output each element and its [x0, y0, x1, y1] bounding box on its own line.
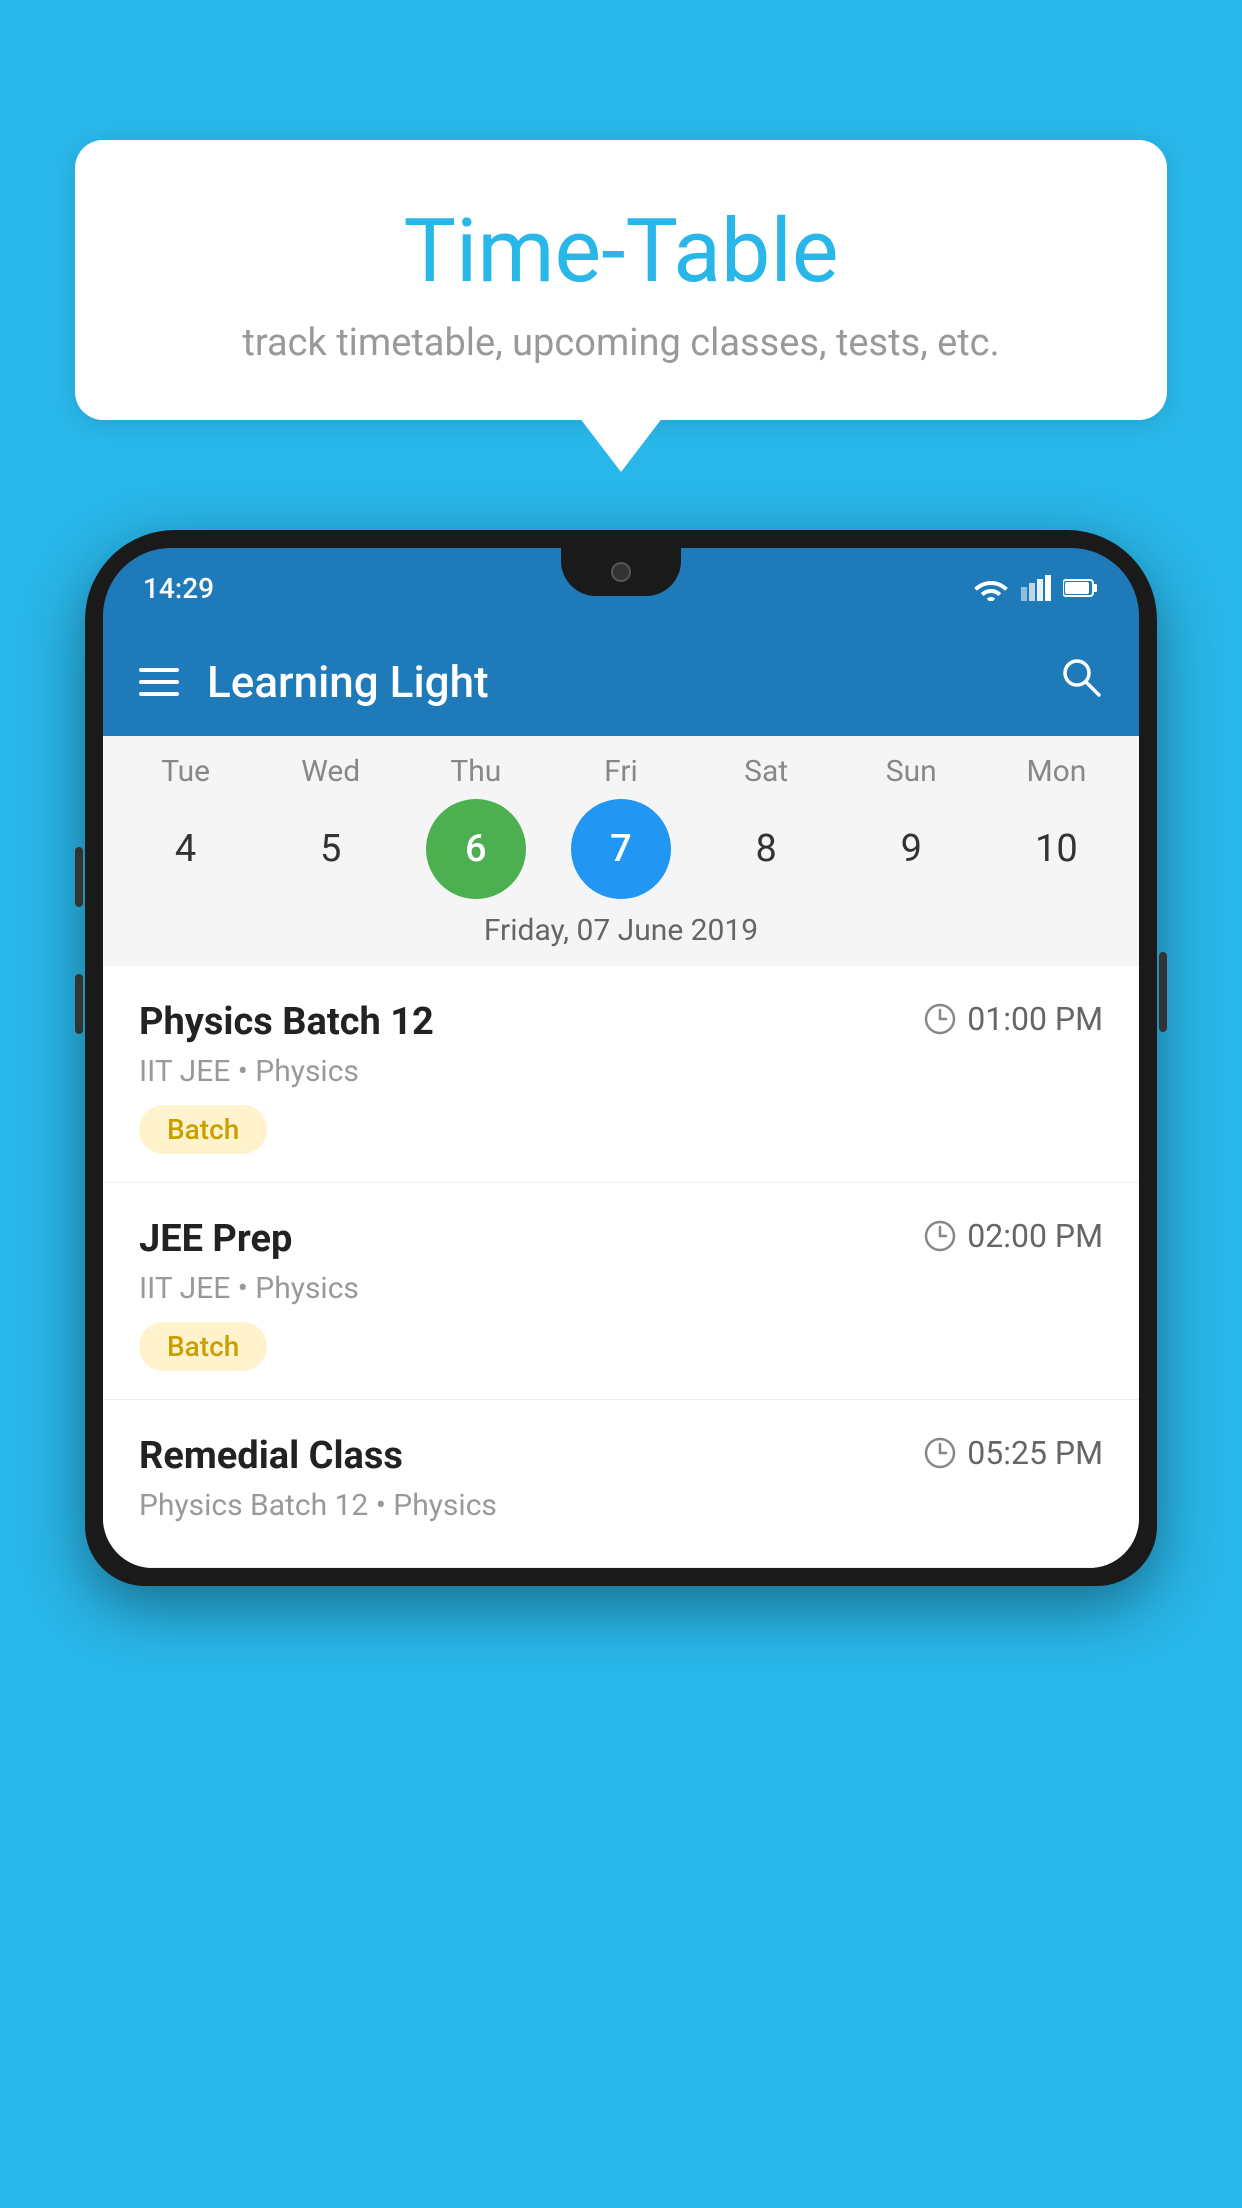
day-header-fri: Fri: [571, 754, 671, 789]
event-header-1: Physics Batch 12 01:00 PM: [139, 1000, 1103, 1044]
event-time-text-3: 05:25 PM: [967, 1434, 1103, 1472]
app-bar-left: Learning Light: [139, 656, 489, 708]
status-time: 14:29: [143, 572, 214, 605]
app-title: Learning Light: [207, 656, 489, 708]
app-bar: Learning Light: [103, 628, 1139, 736]
event-header-3: Remedial Class 05:25 PM: [139, 1434, 1103, 1478]
day-header-sun: Sun: [861, 754, 961, 789]
event-time-3: 05:25 PM: [923, 1434, 1103, 1472]
phone-mockup: 14:29: [85, 530, 1157, 2208]
day-4[interactable]: 4: [136, 799, 236, 899]
event-item-physics-batch-12[interactable]: Physics Batch 12 01:00 PM IIT JEE • Phys…: [103, 966, 1139, 1183]
day-5[interactable]: 5: [281, 799, 381, 899]
day-8[interactable]: 8: [716, 799, 816, 899]
event-meta-2: IIT JEE • Physics: [139, 1271, 1103, 1306]
wifi-icon: [973, 575, 1009, 601]
day-header-wed: Wed: [281, 754, 381, 789]
day-header-thu: Thu: [426, 754, 526, 789]
front-camera: [611, 562, 631, 582]
event-time-2: 02:00 PM: [923, 1217, 1103, 1255]
selected-date-label: Friday, 07 June 2019: [103, 899, 1139, 966]
search-button[interactable]: [1059, 655, 1103, 710]
day-header-tue: Tue: [136, 754, 236, 789]
event-title-3: Remedial Class: [139, 1434, 403, 1478]
day-9[interactable]: 9: [861, 799, 961, 899]
event-meta-3: Physics Batch 12 • Physics: [139, 1488, 1103, 1523]
day-headers: Tue Wed Thu Fri Sat Sun Mon: [103, 754, 1139, 789]
signal-icon: [1021, 575, 1051, 601]
speech-bubble: Time-Table track timetable, upcoming cla…: [75, 140, 1167, 420]
event-time-text-2: 02:00 PM: [967, 1217, 1103, 1255]
day-7-selected[interactable]: 7: [571, 799, 671, 899]
day-header-mon: Mon: [1006, 754, 1106, 789]
calendar-strip: Tue Wed Thu Fri Sat Sun Mon 4 5 6 7 8 9 …: [103, 736, 1139, 966]
volume-down-button: [75, 974, 83, 1034]
event-item-remedial-class[interactable]: Remedial Class 05:25 PM Physics Batch 12…: [103, 1400, 1139, 1568]
battery-icon: [1063, 578, 1099, 598]
phone-notch: [561, 548, 681, 596]
event-title-1: Physics Batch 12: [139, 1000, 434, 1044]
phone-outer: 14:29: [85, 530, 1157, 1586]
event-list: Physics Batch 12 01:00 PM IIT JEE • Phys…: [103, 966, 1139, 1568]
speech-bubble-container: Time-Table track timetable, upcoming cla…: [75, 140, 1167, 420]
batch-badge-2: Batch: [139, 1322, 267, 1371]
bubble-title: Time-Table: [125, 200, 1117, 303]
volume-up-button: [75, 847, 83, 907]
phone-screen: Tue Wed Thu Fri Sat Sun Mon 4 5 6 7 8 9 …: [103, 736, 1139, 1568]
bubble-subtitle: track timetable, upcoming classes, tests…: [125, 321, 1117, 365]
hamburger-menu-button[interactable]: [139, 668, 179, 696]
clock-icon-3: [923, 1436, 957, 1470]
status-bar: 14:29: [103, 548, 1139, 628]
event-item-jee-prep[interactable]: JEE Prep 02:00 PM IIT JEE • Physics Batc…: [103, 1183, 1139, 1400]
status-icons: [973, 575, 1099, 601]
day-10[interactable]: 10: [1006, 799, 1106, 899]
day-6-today[interactable]: 6: [426, 799, 526, 899]
clock-icon-2: [923, 1219, 957, 1253]
batch-badge-1: Batch: [139, 1105, 267, 1154]
event-meta-1: IIT JEE • Physics: [139, 1054, 1103, 1089]
event-time-text-1: 01:00 PM: [967, 1000, 1103, 1038]
day-header-sat: Sat: [716, 754, 816, 789]
clock-icon-1: [923, 1002, 957, 1036]
event-header-2: JEE Prep 02:00 PM: [139, 1217, 1103, 1261]
event-title-2: JEE Prep: [139, 1217, 292, 1261]
event-time-1: 01:00 PM: [923, 1000, 1103, 1038]
power-button: [1159, 952, 1167, 1032]
day-numbers: 4 5 6 7 8 9 10: [103, 799, 1139, 899]
